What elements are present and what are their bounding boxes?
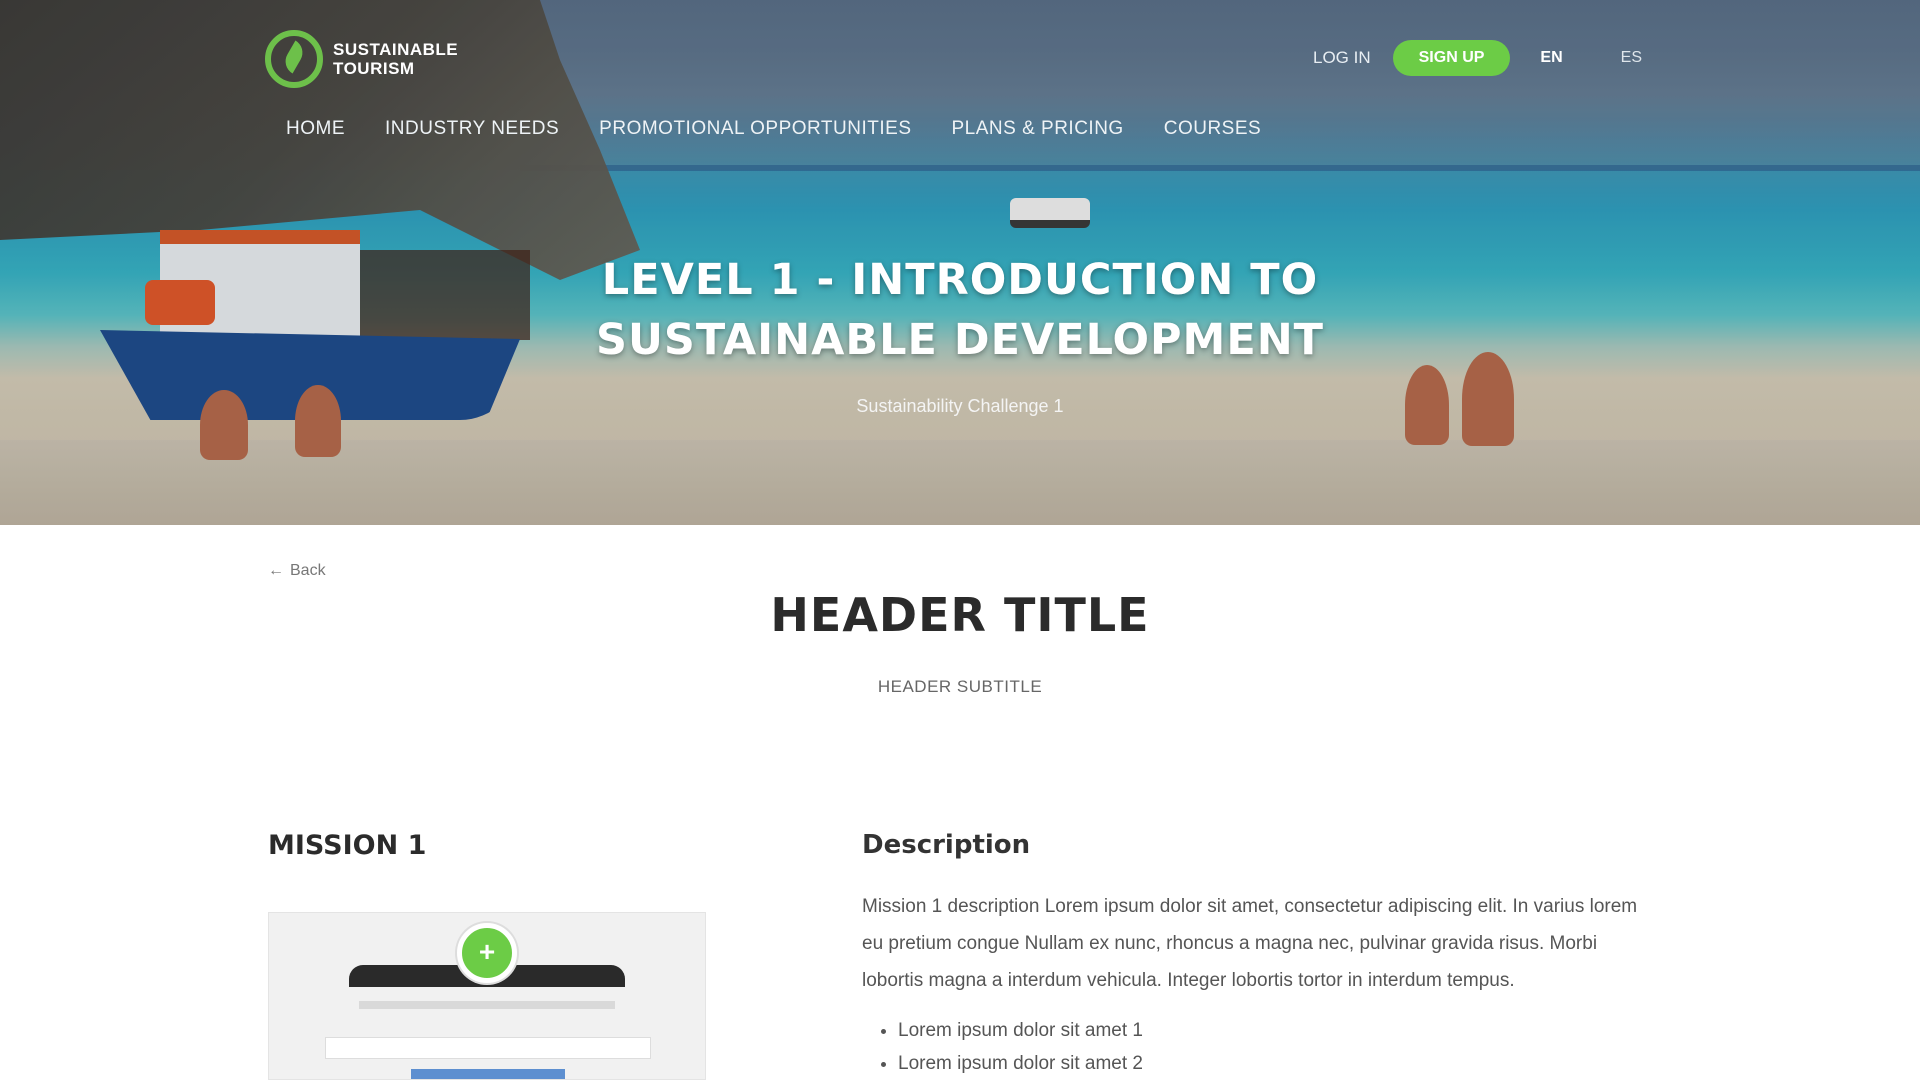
hero-title: LEVEL 1 - INTRODUCTION TO SUSTAINABLE DE… [0,250,1920,370]
description-title: Description [862,830,1031,860]
mission-preview-image[interactable] [268,912,706,1080]
nav-item-industry-needs[interactable]: INDUSTRY NEEDS [385,118,559,140]
description-list: Lorem ipsum dolor sit amet 1 Lorem ipsum… [898,1014,1143,1080]
description-text: Mission 1 description Lorem ipsum dolor … [862,896,1638,991]
hero-title-line1: LEVEL 1 - INTRODUCTION TO [601,255,1319,305]
page-subtitle: HEADER SUBTITLE [877,677,1043,696]
logo-text-line2: TOURISM [333,59,415,78]
plus-badge-icon [457,923,517,983]
nav-item-courses[interactable]: COURSES [1164,118,1261,140]
back-label: Back [290,562,326,579]
page-title: HEADER TITLE [770,588,1150,642]
login-link[interactable]: LOG IN [1313,48,1371,68]
arrow-left-icon: ← [268,562,284,579]
list-item: Lorem ipsum dolor sit amet 2 [898,1047,1143,1080]
nav-item-home[interactable]: HOME [286,118,345,140]
main-nav: HOME INDUSTRY NEEDS PROMOTIONAL OPPORTUN… [286,118,1261,140]
list-item: Lorem ipsum dolor sit amet 1 [898,1014,1143,1047]
site-logo[interactable]: SUSTAINABLE TOURISM [265,30,458,88]
hero-banner: SUSTAINABLE TOURISM LOG IN SIGN UP EN ES… [0,0,1920,525]
mission-title: MISSION 1 [268,830,427,861]
leaf-logo-icon [265,30,323,88]
language-en[interactable]: EN [1532,49,1570,67]
nav-item-plans-pricing[interactable]: PLANS & PRICING [952,118,1124,140]
logo-text-line1: SUSTAINABLE [333,40,459,59]
hero-subtitle: Sustainability Challenge 1 [856,396,1064,416]
nav-item-promotional-opportunities[interactable]: PROMOTIONAL OPPORTUNITIES [599,118,911,140]
back-link[interactable]: ← Back [268,562,326,580]
signup-button[interactable]: SIGN UP [1392,40,1511,76]
language-es[interactable]: ES [1613,49,1650,67]
hero-title-line2: SUSTAINABLE DEVELOPMENT [595,315,1325,365]
header-actions: LOG IN SIGN UP EN ES [1313,40,1650,76]
